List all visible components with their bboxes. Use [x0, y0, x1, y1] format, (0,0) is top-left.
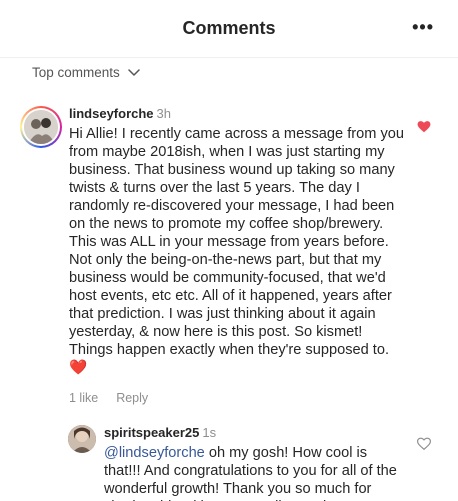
mention-link[interactable]: @lindseyforche — [104, 445, 205, 461]
more-horizontal-icon[interactable]: ••• — [412, 18, 434, 36]
like-count[interactable]: 1 like — [69, 391, 98, 405]
comments-header: Comments ••• — [0, 0, 458, 58]
avatar[interactable] — [20, 106, 62, 148]
page-title: Comments — [182, 18, 276, 38]
comment-timestamp: 3h — [156, 106, 171, 121]
top-comments-label: Top comments — [32, 65, 120, 80]
heart-emoji: ❤️ — [69, 360, 88, 376]
comment-actions: 1 like Reply — [69, 391, 405, 405]
reply-button[interactable]: Reply — [116, 391, 148, 405]
comment-body: lindseyforche 3h Hi Allie! I recently cam… — [69, 106, 405, 405]
heart-filled-icon[interactable] — [417, 120, 431, 134]
reply-username[interactable]: spiritspeaker25 — [104, 425, 199, 440]
profile-photo — [24, 110, 58, 144]
comment-text: Hi Allie! I recently came across a messa… — [69, 126, 404, 376]
reply-text: @lindseyforche oh my gosh! How cool is t… — [104, 445, 397, 501]
avatar[interactable] — [68, 425, 96, 453]
reply-body: spiritspeaker25 1s @lindseyforche oh my g… — [104, 425, 404, 501]
reply-timestamp: 1s — [202, 425, 217, 440]
top-comments-filter[interactable]: Top comments — [32, 65, 140, 80]
chevron-down-icon — [128, 68, 140, 76]
comment-username[interactable]: lindseyforche — [69, 106, 154, 121]
heart-outline-icon[interactable] — [417, 437, 431, 451]
